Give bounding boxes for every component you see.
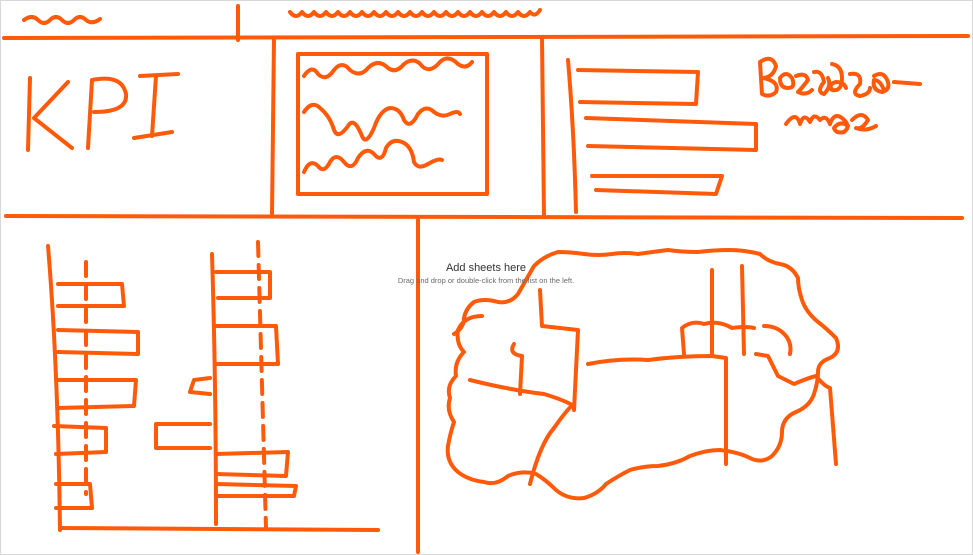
- placeholder-title: Add sheets here: [445, 262, 527, 274]
- sketch-line-series-1: [302, 56, 474, 80]
- sketch-line-series-3: [302, 138, 444, 174]
- add-sheets-placeholder[interactable]: Add sheets here Drag and drop or double-…: [380, 262, 592, 285]
- sketch-line-series-2: [302, 102, 462, 142]
- sketch-title-scribble: [22, 15, 102, 25]
- sketch-bottom-left-charts: [46, 240, 380, 532]
- sketch-header-line: [2, 34, 970, 40]
- sketch-middle-line: [4, 214, 964, 220]
- sketch-top-divider-2: [540, 36, 546, 218]
- sketch-note-scribble: [758, 56, 922, 135]
- sketch-top-bar-chart: [566, 58, 758, 214]
- sketch-top-divider-1: [270, 36, 276, 218]
- sketch-kpi-lettering: [26, 72, 180, 152]
- dashboard-canvas[interactable]: Add sheets here Drag and drop or double-…: [0, 0, 973, 555]
- sketch-filters-scribble: [288, 8, 542, 18]
- placeholder-subtitle: Drag and drop or double-click from the l…: [397, 276, 575, 285]
- sketch-region-map: [445, 248, 840, 501]
